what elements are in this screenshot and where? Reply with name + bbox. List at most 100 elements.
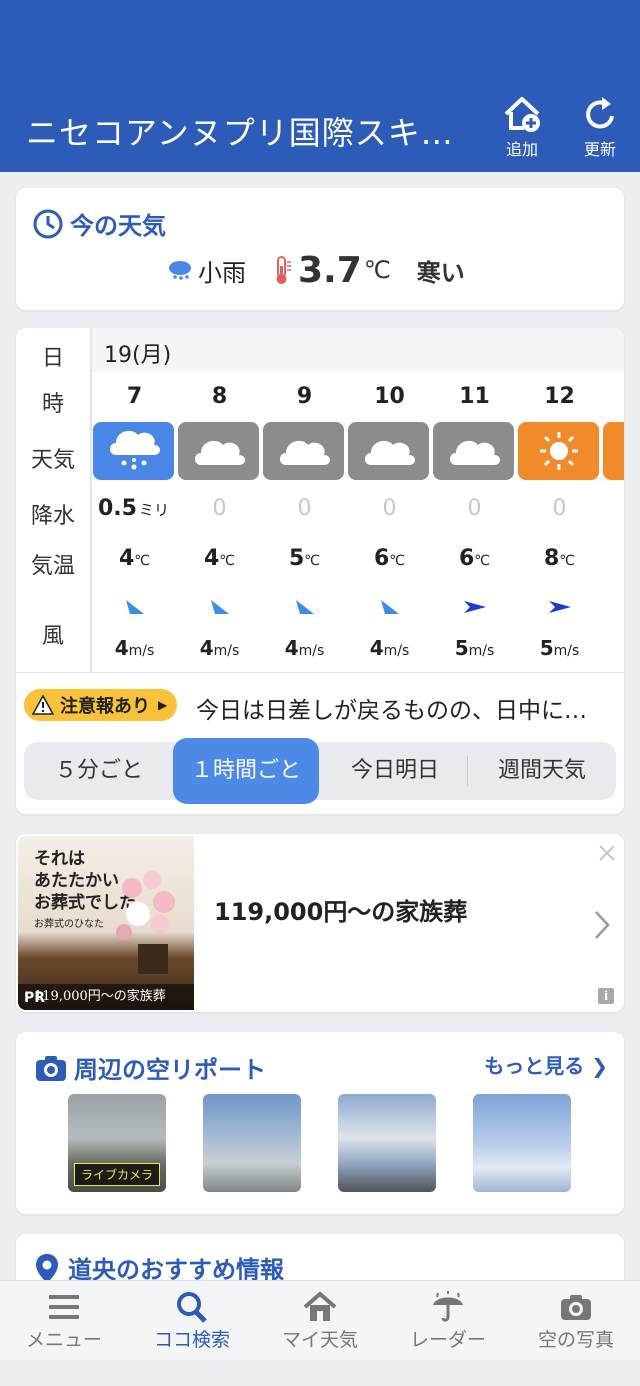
radar-umbrella-icon [433, 1291, 463, 1322]
hour-label: 10 [374, 384, 405, 409]
row-label-temp: 気温 [30, 554, 75, 579]
nav-sky-photos-label: 空の写真 [537, 1329, 614, 1351]
thermometer-icon [276, 256, 291, 284]
wind-direction-icon [462, 594, 488, 620]
sky-photo-3[interactable] [338, 1094, 436, 1192]
wind-direction-icon [207, 594, 233, 620]
camera-icon [36, 1055, 66, 1081]
wind-direction-icon [292, 594, 318, 620]
sunny-icon [518, 422, 599, 480]
alert-text: 今日は日差しが戻るものの、日中に… [196, 698, 587, 724]
ad-headline[interactable]: 119,000円〜の家族葬 [214, 892, 467, 927]
hour-column: 11 0 6℃ 5m/s [432, 372, 517, 672]
wind-speed-value: 5m/s [539, 636, 580, 660]
close-icon[interactable] [598, 844, 616, 862]
nav-sky-photos[interactable]: 空の写真 [512, 1291, 640, 1352]
alert-row[interactable]: 注意報あり ▶ 今日は日差しが戻るものの、日中に… [16, 672, 624, 742]
alert-badge-label: 注意報あり [60, 696, 150, 717]
chevron-right-icon [595, 911, 610, 939]
wind-speed-value: 4m/s [369, 636, 410, 660]
row-label-precip: 降水 [30, 504, 75, 529]
temp-value: 5℃ [288, 546, 321, 571]
menu-icon [49, 1295, 79, 1319]
current-heading-text: 今の天気 [70, 212, 166, 240]
location-title[interactable]: ニセコアンヌプリ国際スキ… [26, 108, 466, 154]
temp-value: 6℃ [458, 546, 491, 571]
sky-report-card: 周辺の空リポート もっと見る ❯ ライブカメラ [16, 1032, 624, 1214]
pr-label: PR [24, 990, 46, 1006]
cloudy-icon [178, 422, 259, 480]
wind-speed-value: 5m/s [454, 636, 495, 660]
ad-image[interactable]: それは あたたかい お葬式でした。 お葬式のひなた 119,000円～の家族葬 … [18, 836, 194, 1010]
row-label-weather: 天気 [30, 448, 75, 473]
hour-column: 10 0 6℃ 4m/s [347, 372, 432, 672]
current-weather-heading: 今の天気 [32, 206, 166, 241]
search-icon [177, 1292, 207, 1323]
bottom-nav: メニュー ココ検索 マイ天気 レーダー 空の写真 [0, 1280, 640, 1360]
nav-radar[interactable]: レーダー [384, 1291, 512, 1352]
hourly-forecast-card: 日 時 天気 降水 気温 風 19(月) 7 0.5 ミリ 4℃ 4m/s 8 0 4℃ 4m/… [16, 328, 624, 814]
more-link[interactable]: もっと見る ❯ [484, 1050, 608, 1079]
hour-column: 12 0 8℃ 5m/s [517, 372, 602, 672]
current-temp-unit: ℃ [363, 256, 391, 284]
nav-my-weather[interactable]: マイ天気 [256, 1291, 384, 1352]
tab-5min[interactable]: ５分ごと [24, 742, 174, 800]
hour-column: 8 0 4℃ 4m/s [177, 372, 262, 672]
temp-value: 8℃ [543, 546, 576, 571]
hour-label: 12 [544, 384, 575, 409]
info-icon[interactable]: i [598, 988, 614, 1004]
wind-speed-value: 4m/s [199, 636, 240, 660]
cloudy-icon [263, 422, 344, 480]
camera-icon [561, 1295, 591, 1320]
tab-hourly[interactable]: １時間ごと [173, 738, 319, 804]
cloudy-icon [433, 422, 514, 480]
home-add-icon [504, 97, 540, 132]
wind-direction-icon [122, 594, 148, 620]
row-label-day: 日 [41, 346, 64, 371]
light-rain-icon [93, 422, 174, 480]
hour-label: 11 [459, 384, 490, 409]
current-condition: 小雨 [198, 258, 246, 287]
sky-photo-4[interactable] [473, 1094, 571, 1192]
ad-card[interactable]: それは あたたかい お葬式でした。 お葬式のひなた 119,000円～の家族葬 … [16, 834, 624, 1012]
live-camera-label: ライブカメラ [74, 1163, 161, 1186]
hour-column-partial [602, 372, 624, 672]
nav-menu[interactable]: メニュー [0, 1291, 128, 1352]
hour-label: 7 [126, 384, 143, 409]
add-button[interactable]: 追加 [492, 94, 552, 160]
home-icon [303, 1291, 337, 1321]
temp-value: 4℃ [203, 546, 236, 571]
hour-column: 9 0 5℃ 4m/s [262, 372, 347, 672]
current-feel: 寒い [416, 258, 465, 287]
tab-today-tomorrow[interactable]: 今日明日 [324, 742, 466, 800]
nav-radar-label: レーダー [409, 1329, 486, 1351]
hour-label: 8 [211, 384, 228, 409]
nav-search-label: ココ検索 [153, 1329, 230, 1351]
wind-speed-value: 4m/s [114, 636, 155, 660]
sunny-icon [603, 422, 624, 480]
date-row: 19(月) [92, 328, 624, 372]
map-pin-icon [36, 1253, 58, 1283]
precip-value: 0.5 ミリ [98, 496, 169, 521]
tab-weekly[interactable]: 週間天気 [468, 742, 616, 800]
wind-speed-value: 4m/s [284, 636, 325, 660]
wind-direction-icon [377, 594, 403, 620]
refresh-icon [586, 97, 614, 129]
refresh-button[interactable]: 更新 [570, 94, 630, 160]
more-link-text: もっと見る [484, 1054, 585, 1078]
warning-icon [32, 695, 54, 715]
sky-photo-2[interactable] [203, 1094, 301, 1192]
precip-value: 0 [212, 496, 227, 521]
row-label-hour: 時 [41, 392, 64, 417]
cloudy-icon [348, 422, 429, 480]
add-label: 追加 [505, 140, 538, 159]
precip-value: 0 [297, 496, 312, 521]
current-weather-row: 小雨 3.7 ℃ 寒い [166, 248, 465, 292]
date-label: 19(月) [104, 343, 172, 368]
hour-column: 7 0.5 ミリ 4℃ 4m/s [92, 372, 177, 672]
nav-search[interactable]: ココ検索 [128, 1291, 256, 1352]
hourly-scroll[interactable]: 7 0.5 ミリ 4℃ 4m/s 8 0 4℃ 4m/s 9 0 5℃ 4m/s 10 0 6℃ 4m/s 11 0… [92, 372, 624, 672]
row-label-wind: 風 [41, 624, 64, 649]
alert-badge[interactable]: 注意報あり ▶ [24, 689, 178, 721]
sky-photo-live-camera[interactable]: ライブカメラ [68, 1094, 166, 1192]
